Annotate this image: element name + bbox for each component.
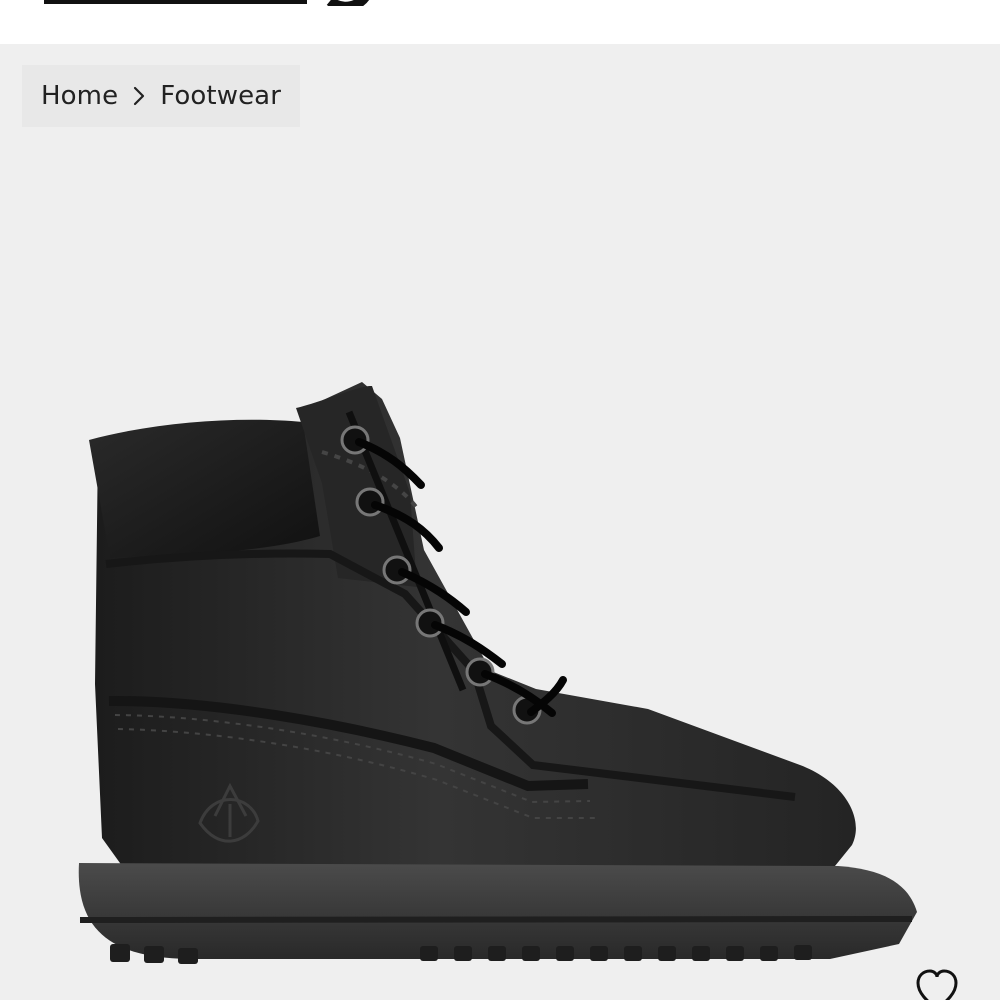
black-boot-image <box>78 382 917 964</box>
wishlist-button[interactable] <box>910 964 964 1000</box>
heart-outline-icon <box>916 969 958 1000</box>
timberland-logo[interactable] <box>44 0 374 6</box>
site-header <box>0 0 1000 44</box>
chevron-right-icon <box>118 81 160 111</box>
product-image-stage: Home Footwear <box>0 44 1000 1000</box>
breadcrumb-footwear-link[interactable]: Footwear <box>160 83 281 109</box>
breadcrumb-home-link[interactable]: Home <box>41 83 118 109</box>
breadcrumb: Home Footwear <box>22 65 300 127</box>
product-page: Home Footwear <box>0 0 1000 1000</box>
